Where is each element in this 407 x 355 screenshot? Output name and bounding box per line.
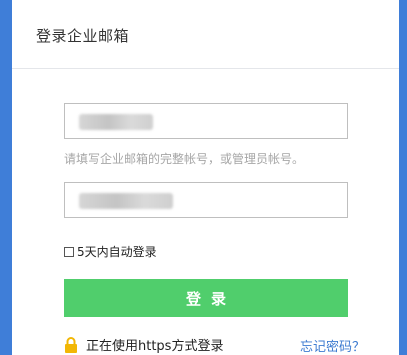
panel-header: 登录企业邮箱 — [12, 0, 399, 69]
remember-checkbox[interactable] — [64, 246, 74, 257]
page-title: 登录企业邮箱 — [36, 27, 130, 45]
login-panel: 登录企业邮箱 ●●●●●●●● 请填写企业邮箱的完整帐号，或管理员帐号。 ●●●… — [12, 0, 399, 355]
password-field[interactable]: ●●●●●●●●●● — [64, 182, 348, 218]
username-value-obscured: ●●●●●●●● — [79, 114, 153, 130]
password-value-obscured: ●●●●●●●●●● — [79, 193, 173, 209]
username-field[interactable]: ●●●●●●●● — [64, 103, 348, 139]
window-frame-left — [0, 0, 12, 355]
window-frame-right — [399, 0, 407, 355]
forgot-password-link[interactable]: 忘记密码？ — [300, 336, 365, 355]
lock-icon — [65, 336, 77, 353]
account-hint: 请填写企业邮箱的完整帐号，或管理员帐号。 — [64, 152, 305, 166]
login-button[interactable]: 登录 — [64, 279, 348, 317]
https-status-text: 正在使用https方式登录 — [86, 339, 224, 354]
https-status: 正在使用https方式登录 — [64, 335, 223, 354]
remember-label: 5天内自动登录 — [77, 245, 157, 259]
remember-login-option[interactable]: 5天内自动登录 — [64, 243, 157, 260]
